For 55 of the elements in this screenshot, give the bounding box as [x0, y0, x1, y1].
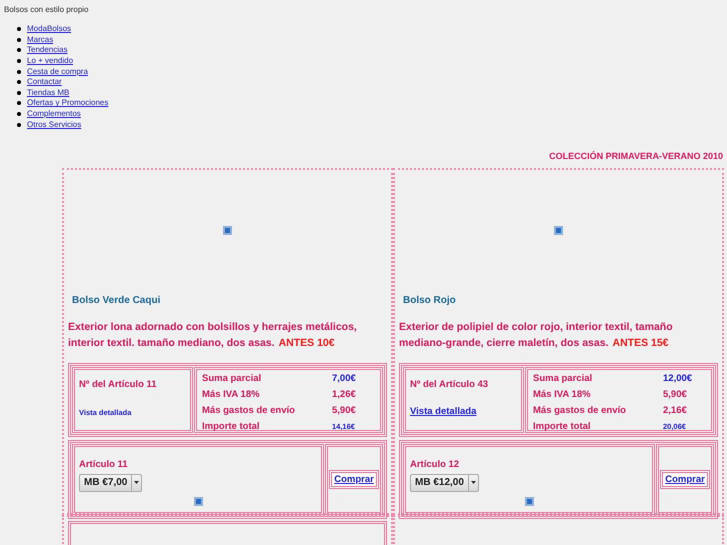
caret-icon [470, 481, 476, 484]
nav-link[interactable]: Otros Servicios [27, 120, 82, 130]
total-label: Más gastos de envío [202, 405, 295, 416]
article-number: Nº del Artículo 11 [79, 378, 158, 390]
total-value: 2,16€ [663, 405, 688, 416]
total-label: Suma parcial [202, 373, 262, 384]
nav-link[interactable]: Marcas [27, 34, 54, 45]
nav-link[interactable]: Lo + vendido [27, 56, 74, 66]
product-name: Bolso Verde Caqui [71, 294, 162, 306]
broken-image-icon [524, 496, 534, 506]
bullet-icon [17, 27, 21, 32]
article-label: Artículo 12 [410, 458, 460, 470]
buy-button[interactable]: Comprar [660, 470, 710, 489]
total-label: Más IVA 18% [533, 389, 591, 400]
product-name: Bolso Rojo [402, 294, 457, 306]
bullet-icon [17, 122, 21, 127]
detail-link[interactable]: Vista detallada [410, 406, 476, 417]
site-tagline: Bolsos con estilo propio [3, 4, 90, 15]
total-value: 1,26€ [332, 389, 357, 400]
product-description: Exterior lona adornado con bolsillos y herrajes metálicos, interior textil. tamaño mediano, dos asas. ANTES 10€ [68, 320, 358, 351]
nav-link[interactable]: Tendencias [27, 45, 68, 56]
nav-link[interactable]: ModaBolsos [27, 24, 72, 34]
bullet-icon [17, 101, 21, 106]
broken-image-icon [554, 226, 563, 235]
bullet-icon [17, 112, 21, 116]
caret-icon [134, 481, 140, 484]
total-label: Importe total [533, 421, 591, 432]
total-value: 7,00€ [332, 373, 357, 384]
buy-button[interactable]: Comprar [329, 470, 379, 489]
total-label: Importe total [202, 421, 260, 432]
bullet-icon [17, 70, 21, 74]
collection-title: COLECCIÓN PRIMAVERA-VERANO 2010 [549, 150, 723, 161]
total-label: Más IVA 18% [202, 389, 260, 400]
nav-link[interactable]: Ofertas y Promociones [27, 98, 108, 108]
bullet-icon [17, 80, 21, 84]
nav-link[interactable]: Tiendas MB [27, 88, 70, 98]
broken-image-icon [223, 226, 232, 235]
bullet-icon [17, 59, 21, 64]
article-number: Nº del Artículo 43 [410, 378, 490, 390]
nav-link[interactable]: Complementos [27, 109, 81, 120]
bullet-icon [17, 90, 21, 95]
bullet-icon [17, 48, 21, 52]
total-label: Suma parcial [533, 373, 592, 384]
bullet-icon [17, 38, 21, 42]
product-description: Exterior de polipiel de color rojo, interior textil, tamaño mediano-grande, cierre maletín, dos asas. ANTES 15€ [399, 320, 674, 351]
article-label: Artículo 11 [79, 458, 129, 470]
nav-link[interactable]: Cesta de compra [27, 66, 88, 77]
nav-link[interactable]: Contactar [27, 77, 62, 88]
total-label: Más gastos de envío [533, 405, 626, 416]
price-select[interactable]: MB €7,00 [79, 474, 142, 492]
price-select[interactable]: MB €12,00 [410, 474, 479, 492]
total-value: 12,00€ [663, 373, 694, 384]
broken-image-icon [194, 496, 202, 506]
total-value: 5,90€ [663, 389, 688, 400]
total-value: 5,90€ [332, 405, 357, 416]
